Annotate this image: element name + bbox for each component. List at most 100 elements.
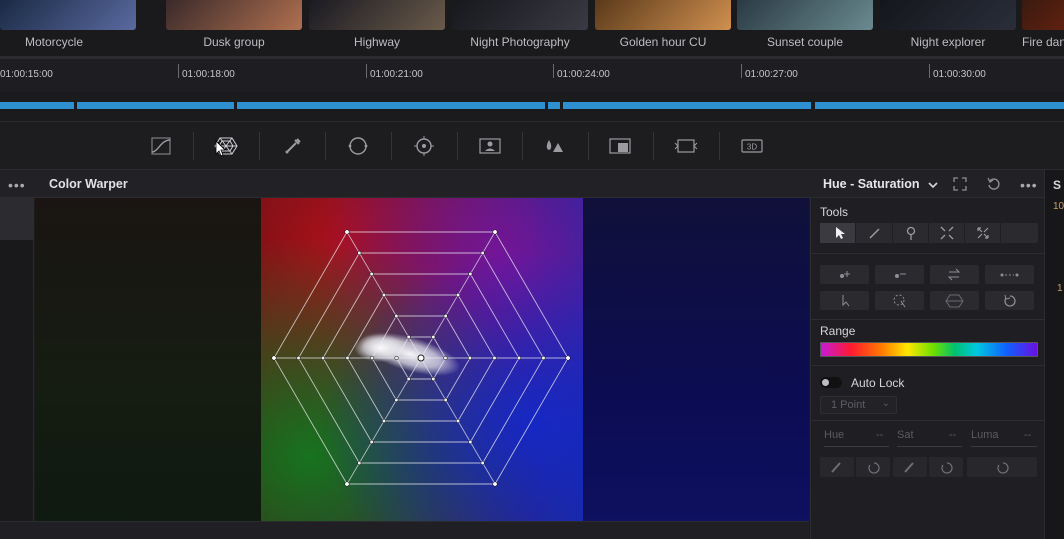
timeline-ruler[interactable]: 01:00:15:00 01:00:18:00 01:00:21:00 01:00:2…	[0, 56, 1064, 92]
brush-tool-button[interactable]	[857, 223, 893, 243]
contract-tool-button[interactable]	[929, 223, 965, 243]
add-point-button[interactable]	[820, 265, 869, 284]
sizing-icon[interactable]	[674, 134, 698, 158]
ruler-tick	[741, 64, 742, 78]
mesh-control-point[interactable]	[492, 229, 498, 235]
mesh-control-point[interactable]	[296, 355, 301, 361]
mesh-control-point[interactable]	[468, 271, 473, 277]
reset-mesh-button[interactable]	[985, 291, 1034, 310]
mesh-control-point[interactable]	[394, 397, 399, 403]
toggle-knob	[822, 379, 829, 386]
expand-tool-button[interactable]	[965, 223, 1001, 243]
mesh-control-point[interactable]	[369, 439, 374, 445]
mesh-control-point[interactable]	[455, 418, 461, 424]
mesh-control-point[interactable]	[344, 481, 350, 487]
clip-segment[interactable]	[563, 102, 811, 109]
clip-thumbnail[interactable]: Sunset couple	[737, 0, 873, 56]
mesh-control-point[interactable]	[344, 229, 350, 235]
luma-field[interactable]: Luma --	[971, 429, 1037, 447]
mesh-button[interactable]	[930, 291, 979, 310]
mesh-control-point[interactable]	[357, 460, 362, 466]
clip-segment[interactable]	[0, 102, 74, 109]
clip-thumbnail[interactable]: Motorcycle	[0, 0, 136, 56]
clip-segment[interactable]	[77, 102, 234, 109]
mesh-control-point[interactable]	[443, 355, 448, 361]
warper-mode-dropdown[interactable]: Hue - Saturation	[823, 177, 939, 191]
options-menu-icon[interactable]: •••	[8, 177, 26, 193]
mesh-control-point[interactable]	[480, 250, 485, 256]
clip-segment[interactable]	[548, 102, 560, 109]
pin-tool-button[interactable]	[893, 223, 929, 243]
mesh-control-point[interactable]	[320, 355, 326, 361]
thumbnail-image	[452, 0, 588, 30]
point-count-dropdown[interactable]: 1 Point ⌄	[820, 396, 897, 414]
mesh-control-point[interactable]	[431, 334, 436, 340]
key-icon[interactable]	[608, 134, 632, 158]
blur-icon[interactable]	[542, 134, 566, 158]
mesh-control-point[interactable]	[480, 460, 485, 466]
3d-icon[interactable]: 3D	[740, 134, 764, 158]
clip-segment[interactable]	[815, 102, 1064, 109]
swap-button[interactable]	[930, 265, 979, 284]
mesh-control-point[interactable]	[369, 355, 375, 361]
hue-pick-button[interactable]	[820, 457, 854, 477]
mesh-control-point[interactable]	[468, 439, 473, 445]
auto-lock-toggle[interactable]	[820, 377, 842, 388]
mesh-control-point[interactable]	[455, 292, 461, 298]
mesh-control-point[interactable]	[271, 355, 277, 361]
mesh-control-point[interactable]	[406, 334, 411, 340]
range-hue-bar[interactable]	[820, 342, 1038, 357]
warper-mesh[interactable]	[35, 198, 809, 521]
select-tool-button[interactable]	[820, 223, 856, 243]
warper-mode-label: Hue - Saturation	[823, 177, 920, 191]
clip-thumbnail[interactable]: Night Photography	[452, 0, 588, 56]
mesh-control-point[interactable]	[492, 481, 498, 487]
reset-icon[interactable]	[986, 176, 1002, 192]
mesh-control-point[interactable]	[443, 397, 448, 403]
link-points-button[interactable]	[985, 265, 1034, 284]
mesh-control-point[interactable]	[431, 376, 436, 382]
mesh-control-point[interactable]	[357, 250, 362, 256]
timecode-label: 01:00:18:00	[182, 69, 235, 80]
mesh-control-point[interactable]	[394, 313, 399, 319]
mesh-control-point[interactable]	[565, 355, 571, 361]
select-button[interactable]	[820, 291, 869, 310]
luma-reset-button[interactable]	[967, 457, 1037, 477]
mesh-control-point[interactable]	[467, 355, 473, 361]
clip-thumbnail[interactable]: Night explorer	[880, 0, 1016, 56]
color-warper-viewer[interactable]	[35, 198, 809, 521]
mesh-control-point[interactable]	[492, 355, 497, 361]
mesh-control-point[interactable]	[369, 271, 374, 277]
remove-point-button[interactable]	[875, 265, 924, 284]
sat-field[interactable]: Sat --	[897, 429, 962, 447]
magic-mask-icon[interactable]	[478, 134, 502, 158]
mesh-control-point[interactable]	[541, 355, 546, 361]
tracker-icon[interactable]	[412, 134, 436, 158]
sat-pick-button[interactable]	[893, 457, 927, 477]
tools-label: Tools	[820, 205, 849, 219]
clip-thumbnail[interactable]: Dusk group	[166, 0, 302, 56]
mesh-control-point[interactable]	[406, 376, 411, 382]
mesh-control-point[interactable]	[381, 418, 387, 424]
clip-thumbnail[interactable]: Golden hour CU	[595, 0, 731, 56]
mini-timeline-clipbar[interactable]	[0, 92, 1064, 122]
clip-thumbnail[interactable]: Fire dan	[1022, 0, 1064, 56]
clip-segment[interactable]	[237, 102, 545, 109]
mesh-control-point[interactable]	[345, 355, 350, 361]
select-region-button[interactable]	[875, 291, 924, 310]
mesh-control-point[interactable]	[394, 355, 399, 361]
fullscreen-icon[interactable]	[952, 176, 968, 192]
hue-reset-button[interactable]	[856, 457, 890, 477]
options-menu-icon[interactable]: •••	[1020, 177, 1038, 193]
clip-thumbnail[interactable]: Highway	[309, 0, 445, 56]
sat-value: --	[949, 429, 957, 441]
sat-reset-button[interactable]	[929, 457, 963, 477]
qualifier-eyedropper-icon[interactable]	[281, 134, 305, 158]
mesh-control-point[interactable]	[516, 355, 522, 361]
mesh-control-point[interactable]	[443, 313, 448, 319]
curves-icon[interactable]	[149, 134, 173, 158]
window-icon[interactable]	[346, 134, 370, 158]
hue-field[interactable]: Hue --	[824, 429, 889, 447]
mesh-control-point[interactable]	[381, 292, 387, 298]
mesh-center-point[interactable]	[417, 354, 425, 362]
